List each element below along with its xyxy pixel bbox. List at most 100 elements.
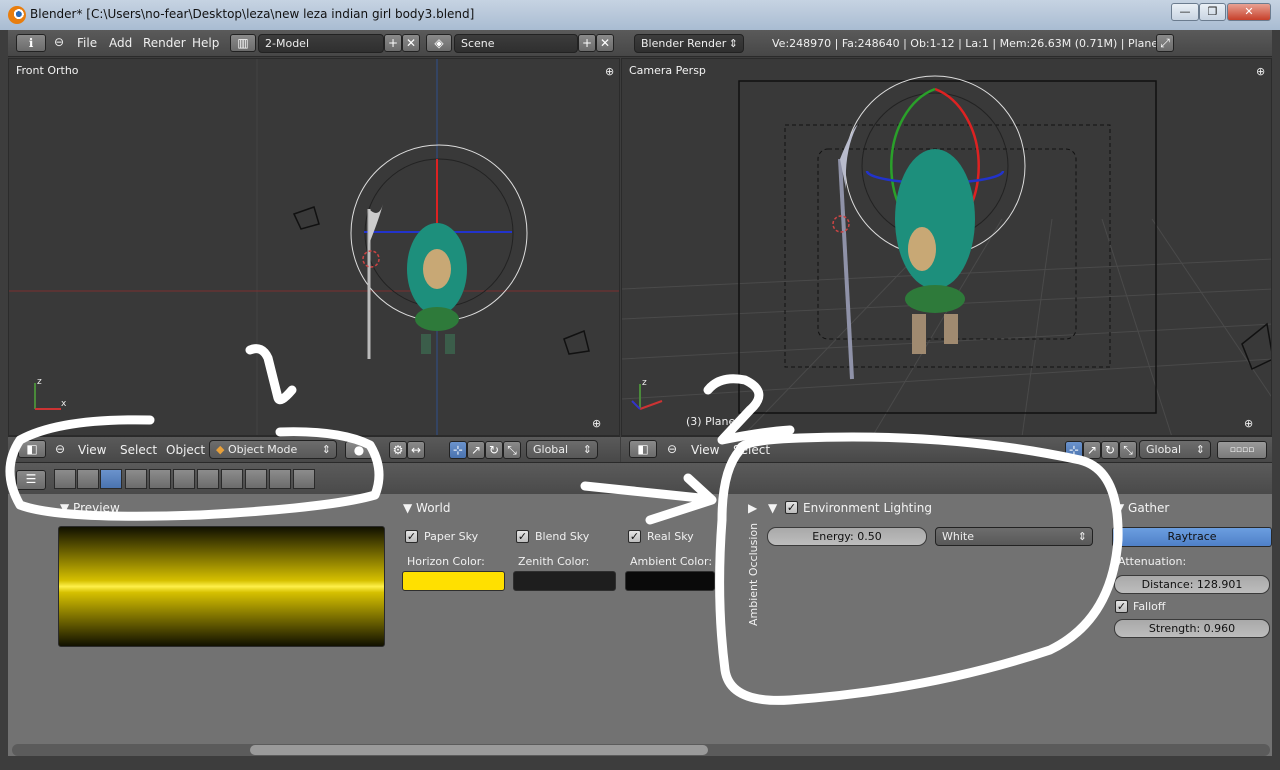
render-engine-select[interactable]: Blender Render ⇕	[634, 34, 744, 53]
menu-view-left[interactable]: View	[78, 443, 106, 457]
object-context-icon[interactable]	[125, 469, 147, 489]
render-context-icon[interactable]	[54, 469, 76, 489]
texture-context-icon[interactable]	[245, 469, 267, 489]
ambient-color-label: Ambient Color:	[630, 555, 713, 568]
orientation-select-left[interactable]: Global ⇕	[526, 440, 598, 459]
manipulator-axes-icon[interactable]: ⊹	[1065, 441, 1083, 459]
remove-screen-button[interactable]: ✕	[402, 34, 420, 52]
scale-icon[interactable]: ⤡	[503, 441, 521, 459]
constraints-context-icon[interactable]	[149, 469, 171, 489]
cube-icon: ◆	[216, 443, 228, 456]
menu-select-right[interactable]: Select	[733, 443, 770, 457]
scrollbar-thumb[interactable]	[250, 745, 708, 755]
menu-select-left[interactable]: Select	[120, 443, 157, 457]
editor-type-icon[interactable]: ℹ	[16, 34, 46, 52]
svg-text:z: z	[37, 377, 42, 387]
manipulator-toggle[interactable]: ↔	[407, 441, 425, 459]
modifiers-context-icon[interactable]	[173, 469, 195, 489]
layers-grid[interactable]: ▫▫▫▫	[1217, 441, 1267, 459]
strength-field[interactable]: Strength: 0.960	[1114, 619, 1270, 638]
svg-text:z: z	[642, 378, 647, 388]
close-button[interactable]: ✕	[1227, 3, 1271, 21]
screen-layout-icon[interactable]: ▥	[230, 34, 256, 52]
properties-header: ☰	[8, 462, 1272, 494]
minimize-button[interactable]: —	[1171, 3, 1199, 21]
paper-sky-checkbox[interactable]: ✓	[405, 530, 418, 543]
preview-panel-title[interactable]: ▼ Preview	[60, 501, 120, 515]
svg-text:⊕: ⊕	[1256, 65, 1265, 78]
menu-render[interactable]: Render	[143, 36, 186, 50]
menu-view-right[interactable]: View	[691, 443, 719, 457]
title-bar: Blender* [C:\Users\no-fear\Desktop\leza\…	[0, 0, 1280, 30]
gather-method-raytrace[interactable]: Raytrace	[1112, 527, 1272, 547]
rotate-icon[interactable]: ↻	[485, 441, 503, 459]
scene-icon[interactable]: ◈	[426, 34, 452, 52]
physics-context-icon[interactable]	[293, 469, 315, 489]
world-panel-title[interactable]: ▼ World	[403, 501, 450, 515]
screen-field[interactable]: 2-Model	[258, 34, 384, 53]
ambient-color-swatch[interactable]	[625, 571, 715, 591]
scene-field[interactable]: Scene	[454, 34, 578, 53]
info-header: ℹ ⊖ File Add Render Help ▥ 2-Model + ✕ ◈…	[8, 30, 1272, 57]
editor-type-3d-icon[interactable]: ◧	[18, 440, 46, 458]
gather-title: Gather	[1128, 501, 1170, 515]
scene-context-icon[interactable]	[77, 469, 99, 489]
env-expand-icon[interactable]: ▶	[748, 501, 757, 515]
menu-help[interactable]: Help	[192, 36, 219, 50]
particles-context-icon[interactable]	[269, 469, 291, 489]
viewport-header-right: ◧ ⊖ View Select ⊹ ↗ ↻ ⤡ Global ⇕ ▫▫▫▫	[621, 436, 1272, 462]
mode-select[interactable]: ◆ Object Mode ⇕	[209, 440, 337, 459]
material-context-icon[interactable]	[221, 469, 243, 489]
blend-sky-checkbox[interactable]: ✓	[516, 530, 529, 543]
preview-title: Preview	[73, 501, 120, 515]
env-lighting-checkbox[interactable]: ✓	[785, 501, 798, 514]
energy-field[interactable]: Energy: 0.50	[767, 527, 927, 546]
falloff-label: Falloff	[1133, 600, 1166, 613]
zenith-color-swatch[interactable]	[513, 571, 616, 591]
updown-icon: ⇕	[1077, 530, 1087, 543]
real-sky-checkbox[interactable]: ✓	[628, 530, 641, 543]
env-color-select[interactable]: White ⇕	[935, 527, 1093, 546]
viewport-camera-persp[interactable]: z ⊕ ⊕ Camera Persp (3) Plane	[621, 58, 1272, 436]
viewport-header-left: ◧ ⊖ View Select Object ◆ Object Mode ⇕ ● …	[8, 436, 620, 462]
pivot-button[interactable]: ⚙	[389, 441, 407, 459]
horizontal-scrollbar[interactable]	[12, 744, 1270, 756]
collapse-menu-icon[interactable]: ⊖	[55, 442, 65, 456]
falloff-checkbox[interactable]: ✓	[1115, 600, 1128, 613]
fullscreen-button[interactable]: ⤢	[1156, 34, 1174, 52]
distance-field[interactable]: Distance: 128.901	[1114, 575, 1270, 594]
manipulator-axes-icon[interactable]: ⊹	[449, 441, 467, 459]
menu-object-left[interactable]: Object	[166, 443, 205, 457]
viewport-shading-button[interactable]: ●	[345, 441, 373, 459]
data-context-icon[interactable]	[197, 469, 219, 489]
scale-icon[interactable]: ⤡	[1119, 441, 1137, 459]
remove-scene-button[interactable]: ✕	[596, 34, 614, 52]
mode-label: Object Mode	[227, 443, 298, 456]
env-lighting-title: Environment Lighting	[803, 501, 932, 515]
collapse-menu-icon[interactable]: ⊖	[667, 442, 677, 456]
updown-icon: ⇕	[582, 443, 592, 456]
blend-sky-label: Blend Sky	[535, 530, 590, 543]
add-scene-button[interactable]: +	[578, 34, 596, 52]
collapse-icon[interactable]: ⊖	[54, 35, 64, 49]
menu-add[interactable]: Add	[109, 36, 132, 50]
editor-type-3d-icon[interactable]: ◧	[629, 440, 657, 458]
ambient-occlusion-tab[interactable]: Ambient Occlusion	[747, 516, 760, 626]
camera-viewport-scene: z ⊕ ⊕	[622, 65, 1271, 435]
menu-file[interactable]: File	[77, 36, 97, 50]
gather-panel-title[interactable]: ▼ Gather	[1115, 501, 1169, 515]
window-title: Blender* [C:\Users\no-fear\Desktop\leza\…	[30, 7, 475, 21]
rotate-icon[interactable]: ↻	[1101, 441, 1119, 459]
add-screen-button[interactable]: +	[384, 34, 402, 52]
orientation-label: Global	[1146, 443, 1182, 456]
world-context-icon[interactable]	[100, 469, 122, 489]
translate-icon[interactable]: ↗	[467, 441, 485, 459]
viewport-front-ortho[interactable]: z x ⊕ ⊕ Front Ortho	[8, 58, 620, 436]
updown-icon: ⇕	[321, 443, 331, 456]
orientation-select-right[interactable]: Global ⇕	[1139, 440, 1211, 459]
maximize-button[interactable]: ❐	[1199, 3, 1226, 21]
horizon-color-swatch[interactable]	[402, 571, 505, 591]
editor-type-properties-icon[interactable]: ☰	[16, 470, 46, 490]
translate-icon[interactable]: ↗	[1083, 441, 1101, 459]
env-panel-toggle[interactable]: ▼	[768, 501, 777, 515]
